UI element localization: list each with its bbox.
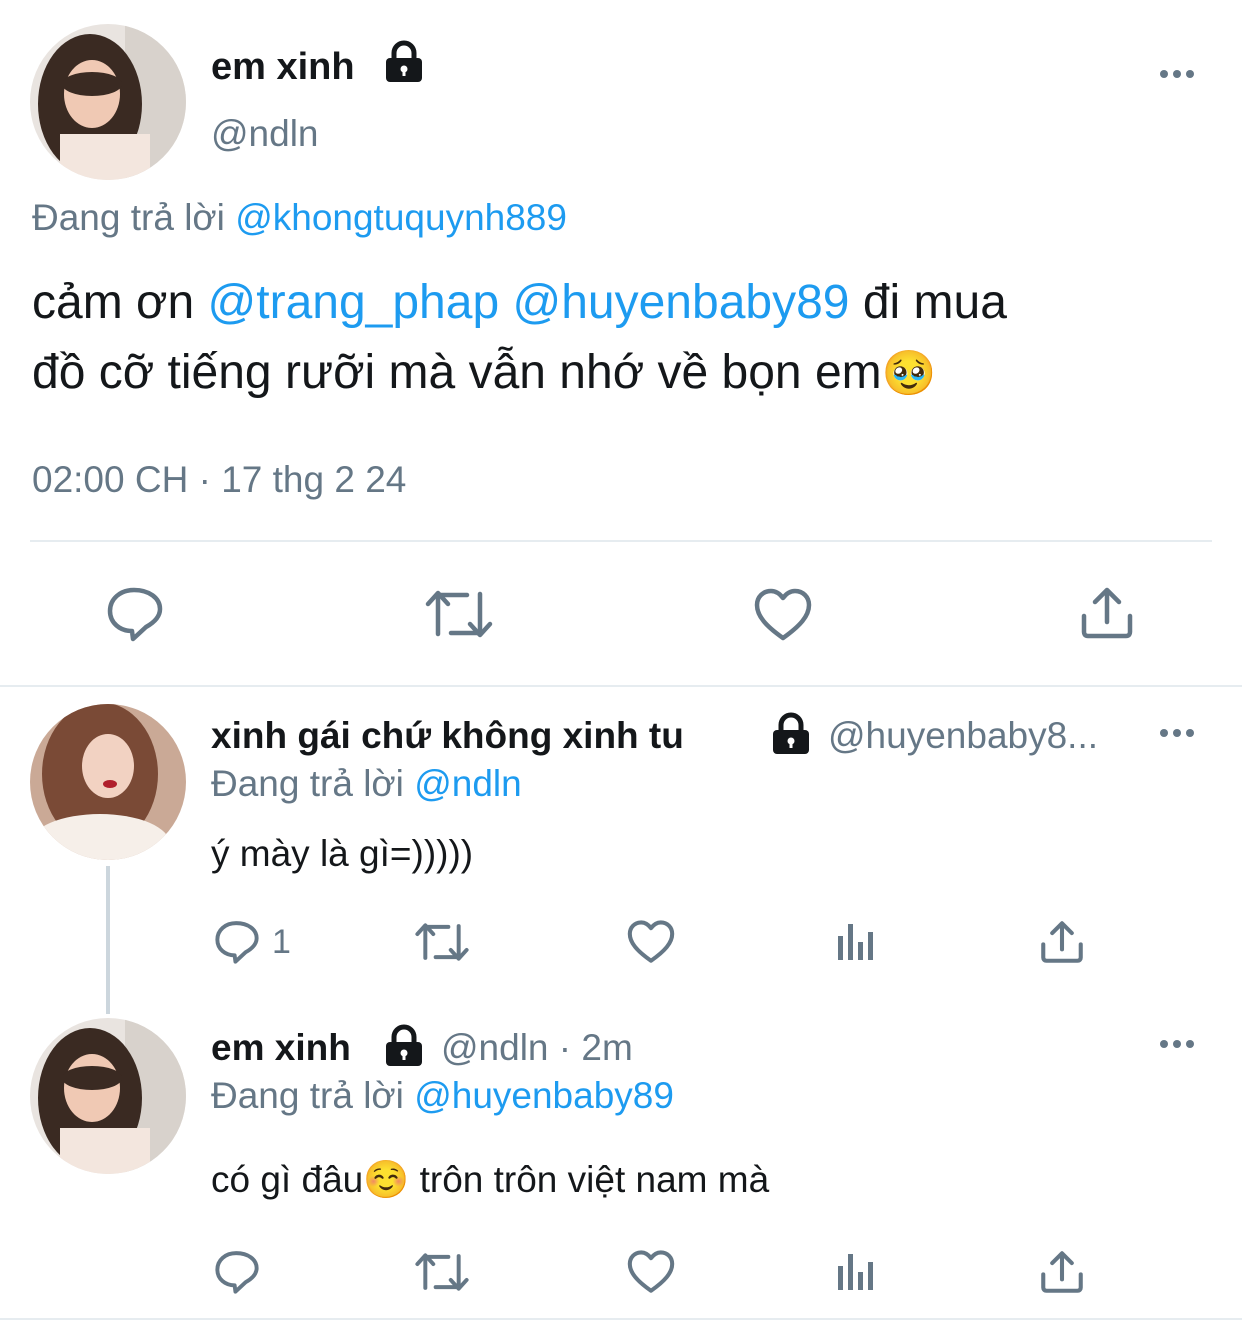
like-icon[interactable] [627,920,675,964]
display-name[interactable]: em xinh [211,44,355,90]
share-icon[interactable] [1040,1250,1084,1294]
reply-context: Đang trả lời @khongtuquynh889 [32,196,567,240]
lock-icon [383,40,425,84]
thread-line [106,866,110,1014]
display-name[interactable]: xinh gái chứ không xinh tu [211,714,684,758]
retweet-icon[interactable] [415,1251,469,1293]
mention-link[interactable]: @trang_phap [208,276,500,329]
timestamp[interactable]: 02:00 CH · 17 thg 2 24 [32,458,406,502]
mention-link[interactable]: @huyenbaby89 [512,276,849,329]
reply-to-link[interactable]: @huyenbaby89 [414,1075,674,1116]
avatar[interactable] [30,1018,186,1174]
like-icon[interactable] [754,588,812,642]
display-name[interactable]: em xinh [211,1026,351,1070]
avatar[interactable] [30,704,186,860]
reply-context: Đang trả lời @ndln [211,762,522,806]
tweet-text-part: đồ cỡ tiếng rưỡi mà vẫn nhớ về bọn em [32,346,882,399]
more-icon[interactable] [1160,70,1194,78]
tweet-text-part: cảm ơn [32,276,195,329]
reply-prefix: Đang trả lời [211,1075,404,1116]
reply-to-link[interactable]: @ndln [414,763,522,804]
reply-context: Đang trả lời @huyenbaby89 [211,1074,674,1118]
retweet-icon[interactable] [425,588,493,640]
handle[interactable]: @huyenbaby8... [828,714,1098,758]
handle[interactable]: @ndln [211,112,319,156]
lock-icon [383,1024,425,1068]
tweet-text: có gì đâu☺️ trôn trôn việt nam mà [211,1158,769,1202]
avatar[interactable] [30,24,186,180]
reply-count: 1 [272,923,291,961]
lock-icon [770,712,812,756]
smiling-emoji: ☺️ [363,1159,410,1200]
reply-icon[interactable] [214,1250,260,1294]
pleading-emoji: 🥹 [881,349,937,398]
reply-prefix: Đang trả lời [32,197,225,238]
analytics-icon[interactable] [836,922,878,962]
more-icon[interactable] [1160,1040,1194,1048]
retweet-icon[interactable] [415,921,469,963]
analytics-icon[interactable] [836,1252,878,1292]
handle-and-time[interactable]: @ndln · 2m [441,1026,633,1070]
tweet-text-part: có gì đâu [211,1159,364,1200]
divider [0,1318,1242,1320]
tweet-text: cảm ơn @trang_phap @huyenbaby89 đi mua đ… [32,268,1007,409]
reply-prefix: Đang trả lời [211,763,404,804]
tweet-text-part: đi mua [862,276,1007,329]
tweet-text-part: trôn trôn việt nam mà [419,1159,770,1200]
reply-to-link[interactable]: @khongtuquynh889 [235,197,567,238]
reply-icon[interactable] [106,586,164,642]
share-icon[interactable] [1080,586,1134,640]
like-icon[interactable] [627,1250,675,1294]
share-icon[interactable] [1040,920,1084,964]
reply-icon[interactable] [214,920,260,964]
tweet-text: ý mày là gì=))))) [211,833,474,874]
more-icon[interactable] [1160,729,1194,737]
divider [0,685,1242,687]
divider [30,540,1212,542]
